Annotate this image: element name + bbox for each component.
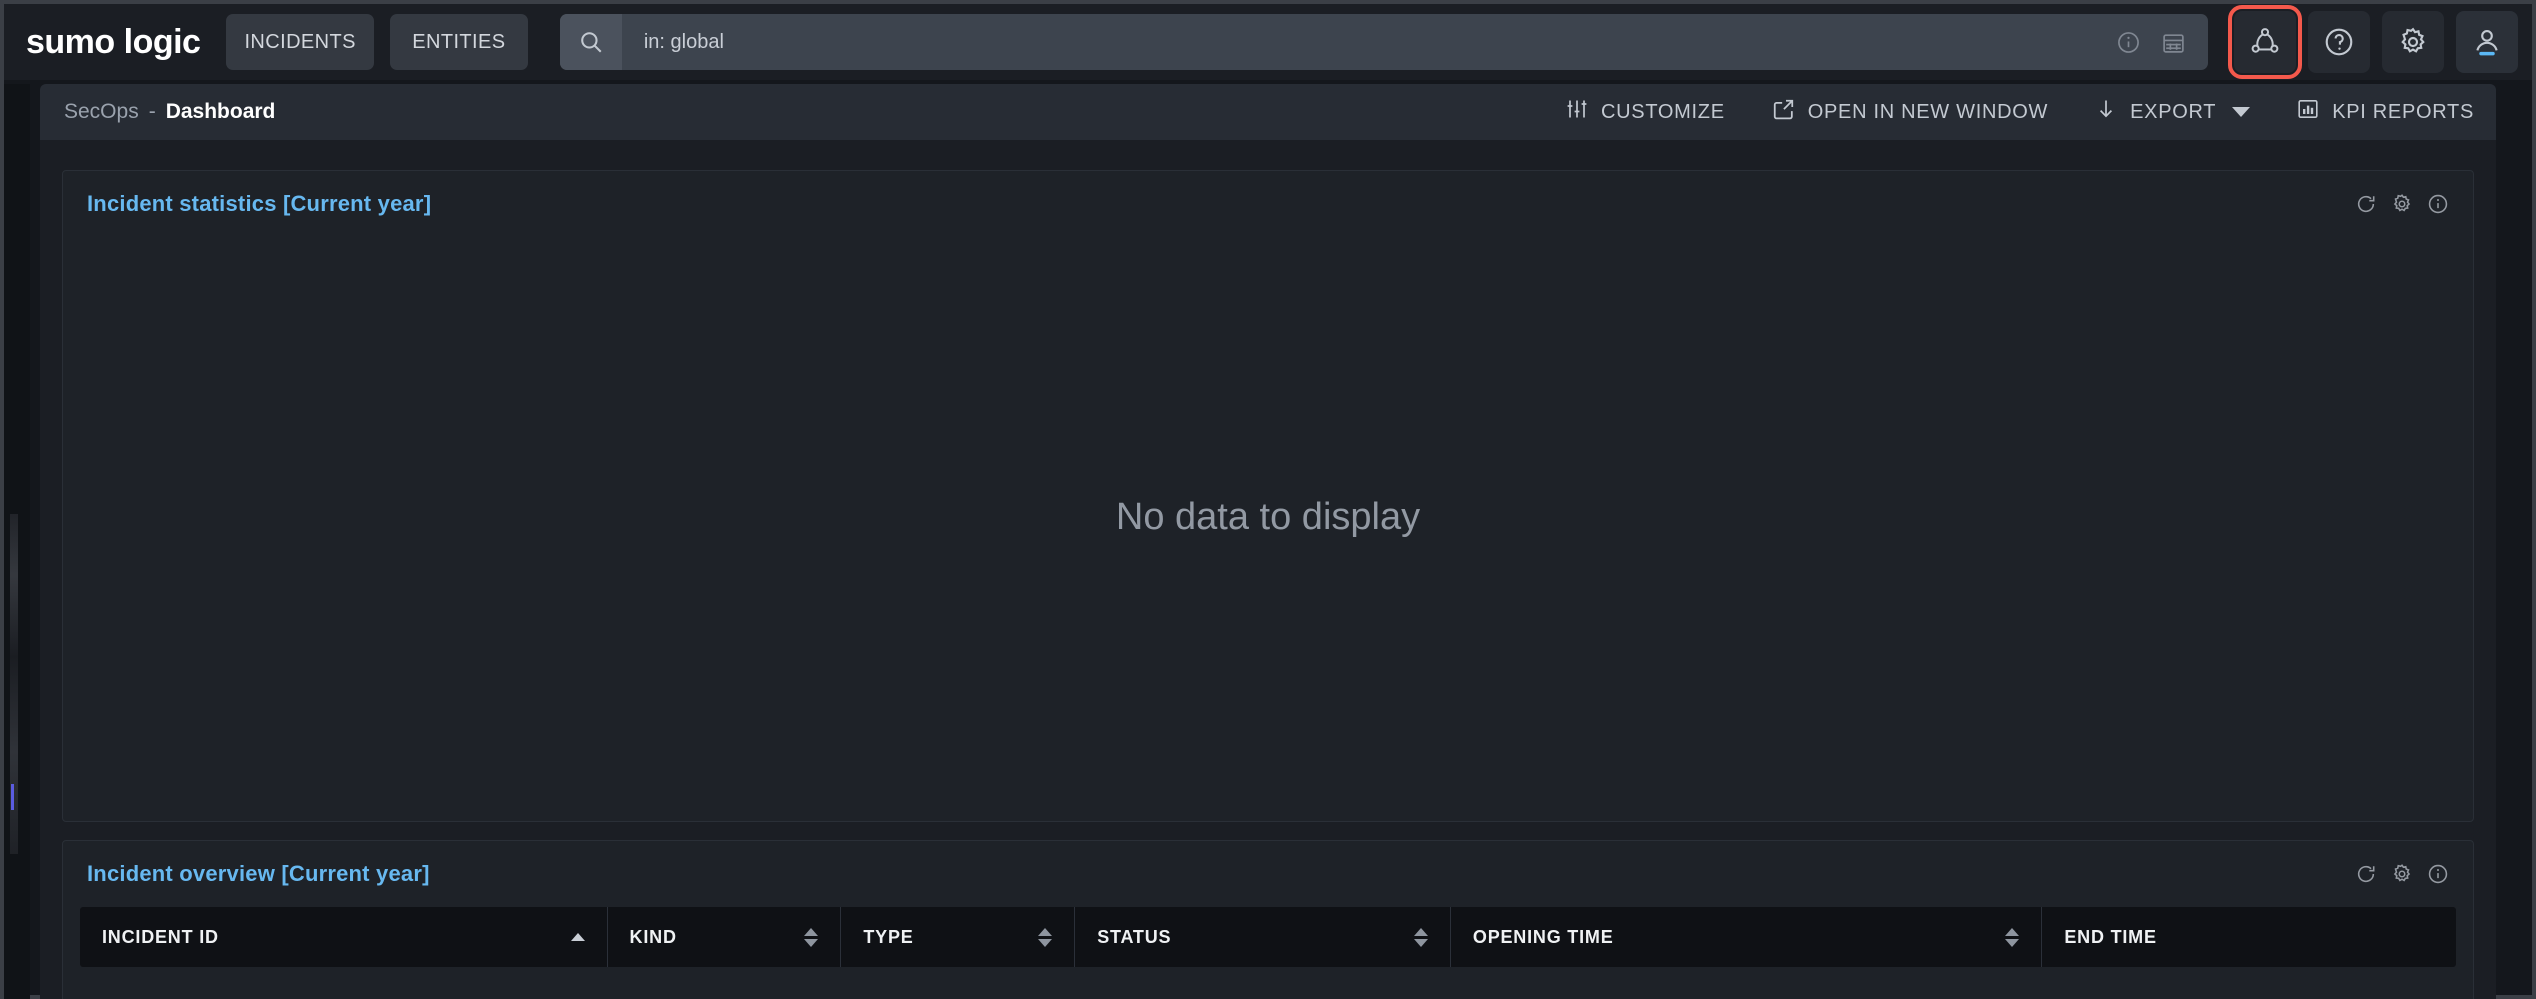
column-label: TYPE [863, 927, 913, 948]
kpi-reports-button[interactable]: KPI REPORTS [2296, 97, 2474, 127]
sumo-logic-logo: sumo logic [26, 23, 200, 62]
sliders-icon [1565, 97, 1589, 127]
nav-incidents[interactable]: INCIDENTS [226, 14, 373, 70]
widget-tools [2355, 863, 2449, 885]
widget-incident-statistics: Incident statistics [Current year] [62, 170, 2474, 822]
column-label: OPENING TIME [1473, 927, 1614, 948]
column-label: KIND [630, 927, 677, 948]
widget-incident-overview: Incident overview [Current year] [62, 840, 2474, 999]
top-navigation-bar: sumo logic INCIDENTS ENTITIES in: global [4, 4, 2532, 80]
info-icon[interactable] [2116, 30, 2141, 55]
widget-tools [2355, 193, 2449, 215]
user-avatar-icon[interactable] [2456, 11, 2518, 73]
chevron-down-icon[interactable] [2232, 107, 2250, 117]
customize-label: CUSTOMIZE [1601, 101, 1725, 124]
column-header-opening-time[interactable]: OPENING TIME [1451, 907, 2042, 967]
sort-ascending-icon[interactable] [571, 933, 585, 941]
sort-toggle-icon[interactable] [2005, 928, 2019, 947]
page-title: Dashboard [166, 100, 276, 124]
export-button[interactable]: EXPORT [2094, 97, 2250, 127]
column-header-incident-id[interactable]: INCIDENT ID [80, 907, 608, 967]
network-graph-icon[interactable] [2234, 11, 2296, 73]
info-icon[interactable] [2427, 863, 2449, 885]
column-label: INCIDENT ID [102, 927, 219, 948]
bar-chart-icon [2296, 97, 2320, 127]
open-in-new-window-button[interactable]: OPEN IN NEW WINDOW [1771, 97, 2048, 128]
breadcrumb-separator: - [149, 100, 156, 124]
sort-toggle-icon[interactable] [1414, 928, 1428, 947]
widget-header: Incident overview [Current year] [63, 841, 2473, 907]
column-header-kind[interactable]: KIND [608, 907, 842, 967]
gear-icon[interactable] [2391, 193, 2413, 215]
calendar-icon[interactable] [2161, 30, 2186, 55]
column-header-status[interactable]: STATUS [1075, 907, 1451, 967]
collapsed-sidebar-rail[interactable] [4, 84, 30, 999]
customize-button[interactable]: CUSTOMIZE [1565, 97, 1725, 127]
column-label: STATUS [1097, 927, 1171, 948]
empty-state-message: No data to display [63, 237, 2473, 797]
search-icon[interactable] [560, 14, 622, 70]
dashboard-content: Incident statistics [Current year] [40, 140, 2496, 999]
help-icon[interactable] [2308, 11, 2370, 73]
breadcrumb-root[interactable]: SecOps [64, 100, 139, 124]
sort-toggle-icon[interactable] [804, 928, 818, 947]
widget-header: Incident statistics [Current year] [63, 171, 2473, 237]
gear-icon[interactable] [2382, 11, 2444, 73]
refresh-icon[interactable] [2355, 193, 2377, 215]
external-link-icon [1771, 97, 1796, 128]
open-in-new-window-label: OPEN IN NEW WINDOW [1808, 101, 2048, 124]
sidebar-active-indicator [11, 784, 14, 810]
widget-title: Incident overview [Current year] [87, 861, 430, 887]
export-label: EXPORT [2130, 101, 2216, 124]
search-input[interactable]: in: global [622, 31, 2116, 54]
kpi-reports-label: KPI REPORTS [2332, 101, 2474, 124]
dashboard-actions: CUSTOMIZE OPEN IN NEW WINDOW EXPORT [1565, 97, 2474, 128]
table-header-row: INCIDENT ID KIND TYPE STATUS OPENING TIM… [80, 907, 2456, 967]
column-label: END TIME [2064, 927, 2156, 948]
search-trailing-icons [2116, 30, 2208, 55]
breadcrumb-bar: SecOps - Dashboard CUSTOMIZE [40, 84, 2496, 140]
column-header-end-time[interactable]: END TIME [2042, 907, 2456, 967]
global-search-bar[interactable]: in: global [560, 14, 2208, 70]
nav-entities[interactable]: ENTITIES [390, 14, 528, 70]
refresh-icon[interactable] [2355, 863, 2377, 885]
app-window: sumo logic INCIDENTS ENTITIES in: global [0, 0, 2536, 999]
gear-icon[interactable] [2391, 863, 2413, 885]
info-icon[interactable] [2427, 193, 2449, 215]
download-arrow-icon [2094, 97, 2118, 127]
widget-title: Incident statistics [Current year] [87, 191, 431, 217]
column-header-type[interactable]: TYPE [841, 907, 1075, 967]
breadcrumb: SecOps - Dashboard [64, 100, 275, 124]
sort-toggle-icon[interactable] [1038, 928, 1052, 947]
